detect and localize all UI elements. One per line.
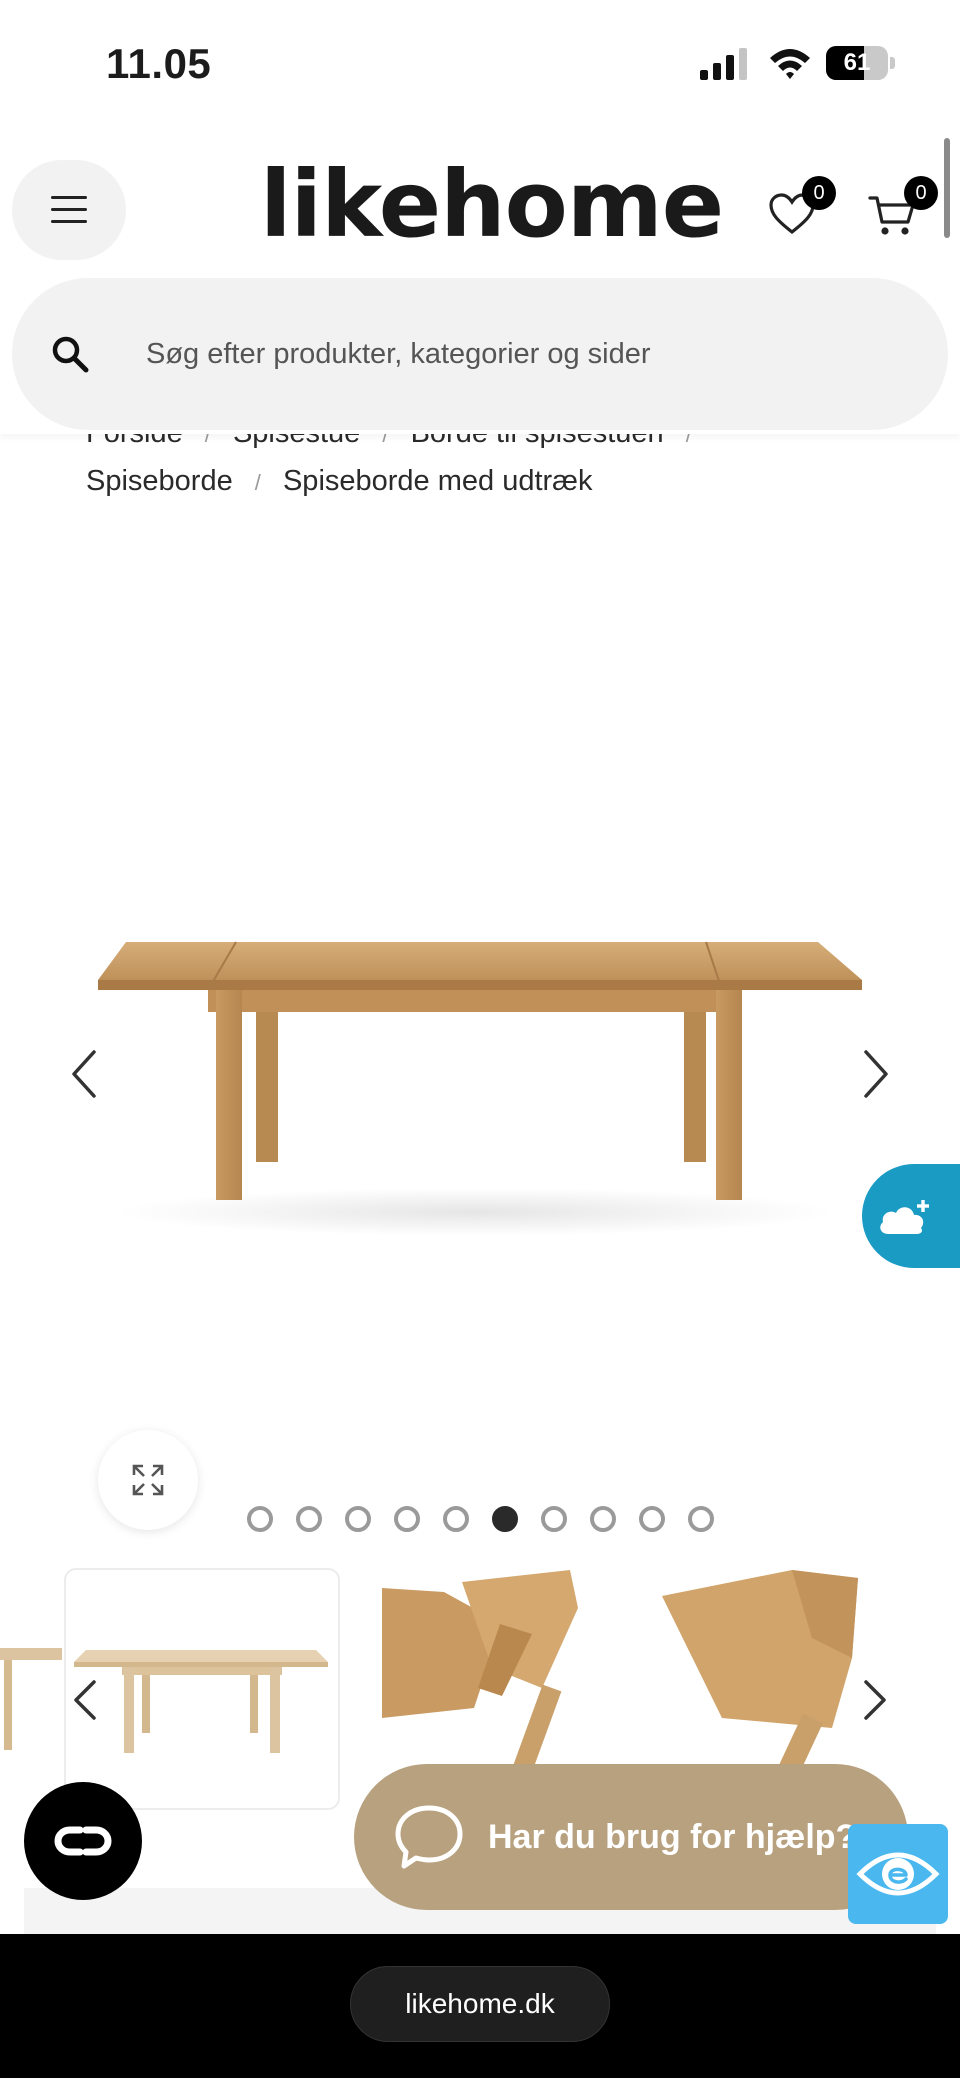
wishlist-button[interactable]: 0 [760,176,836,246]
pagination-dot[interactable] [344,1506,371,1532]
thumbnail-prev-button[interactable] [64,1672,104,1728]
battery-cap [890,57,895,69]
wishlist-count-badge: 0 [802,176,836,210]
browser-bar: likehome.dk [0,1934,960,2078]
battery-level: 61 [843,49,871,76]
breadcrumb-current-page[interactable]: Spiseborde med udtræk [283,458,593,504]
pagination-dot[interactable] [246,1506,273,1532]
pagination-dot[interactable] [638,1506,665,1532]
menu-button[interactable] [12,160,126,260]
cloud-plus-icon [880,1200,929,1234]
help-label: Har du brug for hjælp? [488,1818,857,1856]
chat-bubble-icon [395,1805,463,1869]
accessibility-eye-icon [856,1852,940,1896]
wifi-icon [770,49,810,79]
expand-icon [132,1464,164,1496]
status-bar: 11.05 61 [0,0,960,128]
accessibility-button[interactable] [848,1824,948,1924]
cart-count-badge: 0 [904,176,938,210]
product-image[interactable] [0,560,960,1380]
help-chat-button[interactable]: Har du brug for hjælp? [354,1764,908,1910]
site-header: likehome 0 0 [0,128,960,434]
weather-widget-button[interactable] [862,1164,960,1268]
pagination-dot[interactable] [540,1506,567,1532]
page-scrollbar[interactable] [944,138,950,238]
chat-launcher-button[interactable] [24,1782,142,1900]
status-time: 11.05 [106,40,212,87]
pagination-dot[interactable] [442,1506,469,1532]
search-input[interactable] [146,318,906,390]
cart-button[interactable]: 0 [862,176,938,246]
gallery-pagination [0,1506,960,1534]
chat-link-icon [54,1826,112,1856]
site-logo[interactable]: likehome [260,150,724,260]
battery-icon: 61 [826,46,896,80]
thumbnail-prev[interactable] [0,1568,62,1810]
pagination-dot-active[interactable] [491,1506,518,1532]
search-bar[interactable] [12,278,948,430]
breadcrumb-spiseborde[interactable]: Spiseborde [86,458,233,504]
battery-body: 61 [826,46,888,80]
gallery-prev-button[interactable] [64,1046,104,1102]
thumbnail-item-active[interactable] [64,1568,340,1810]
signal-icon [700,48,747,80]
pagination-dot[interactable] [687,1506,714,1532]
thumbnail-next-button[interactable] [856,1672,896,1728]
url-bar[interactable]: likehome.dk [350,1966,610,2042]
gallery-next-button[interactable] [856,1046,896,1102]
pagination-dot[interactable] [393,1506,420,1532]
pagination-dot[interactable] [589,1506,616,1532]
breadcrumb-separator: / [254,470,261,495]
search-icon [52,336,89,373]
pagination-dot[interactable] [295,1506,322,1532]
